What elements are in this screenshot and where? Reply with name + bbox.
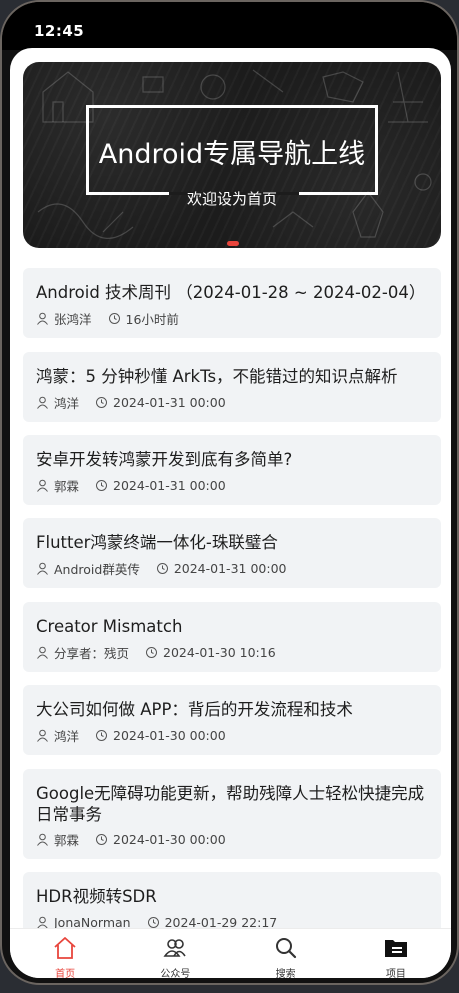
article-author: JonaNorman <box>54 914 131 929</box>
user-icon <box>36 562 49 575</box>
banner-subtitle: 欢迎设为首页 <box>186 190 277 208</box>
article-card[interactable]: 大公司如何做 APP：背后的开发流程和技术 鸿洋 2024-01-30 00:0… <box>23 685 441 755</box>
article-title: 鸿蒙：5 分钟秒懂 ArkTs，不能错过的知识点解析 <box>36 367 398 386</box>
clock-icon <box>147 916 160 929</box>
article-card[interactable]: Flutter鸿蒙终端一体化-珠联璧合 Android群英传 2024-01-3… <box>23 518 441 588</box>
article-title: Google无障碍功能更新，帮助残障人士轻松快捷完成日常事务 <box>36 784 425 824</box>
article-title: Flutter鸿蒙终端一体化-珠联璧合 <box>36 533 278 552</box>
user-icon <box>36 729 49 742</box>
clock-icon <box>108 312 121 325</box>
article-author: 鸿洋 <box>54 728 80 744</box>
carousel-indicator[interactable] <box>227 241 239 246</box>
article-feed[interactable]: Android专属导航上线 欢迎设为首页 Android 技术周刊 （2024-… <box>10 48 451 928</box>
user-icon <box>36 396 49 409</box>
article-title: 大公司如何做 APP：背后的开发流程和技术 <box>36 700 353 719</box>
tab-home[interactable]: 首页 <box>10 929 120 978</box>
article-time: 2024-01-31 00:00 <box>113 394 226 410</box>
article-author: 鸿洋 <box>54 395 80 411</box>
article-time: 2024-01-30 10:16 <box>163 644 276 660</box>
folder-icon <box>383 935 409 961</box>
banner-carousel[interactable]: Android专属导航上线 欢迎设为首页 <box>23 62 441 248</box>
article-meta: 郭霖 2024-01-31 00:00 <box>36 477 226 494</box>
user-icon <box>36 916 49 928</box>
article-title: 安卓开发转鸿蒙开发到底有多简单? <box>36 450 293 469</box>
article-author: 张鸿洋 <box>54 311 92 327</box>
article-card[interactable]: 鸿蒙：5 分钟秒懂 ArkTs，不能错过的知识点解析 鸿洋 2024-01-31… <box>23 352 441 422</box>
tab-label: 搜索 <box>275 969 296 978</box>
user-icon <box>36 312 49 325</box>
status-bar: 12:45 <box>2 2 457 50</box>
article-author: 郭霖 <box>54 832 80 848</box>
article-card[interactable]: 安卓开发转鸿蒙开发到底有多简单? 郭霖 2024-01-31 00:00 <box>23 435 441 505</box>
article-author: 郭霖 <box>54 478 80 494</box>
article-card[interactable]: Creator Mismatch 分享者：残页 2024-01-30 10:16 <box>23 602 441 672</box>
user-icon <box>36 479 49 492</box>
article-meta: 张鸿洋 16小时前 <box>36 310 179 327</box>
tab-projects[interactable]: 项目 <box>341 929 451 978</box>
article-meta: 郭霖 2024-01-30 00:00 <box>36 831 226 848</box>
device-frame: 12:45 Android专属导航上线 欢迎设为首页 Android 技术周刊 … <box>0 0 459 985</box>
clock-icon <box>95 833 108 846</box>
status-time: 12:45 <box>34 22 85 40</box>
article-meta: 分享者：残页 2024-01-30 10:16 <box>36 644 276 661</box>
article-card[interactable]: Google无障碍功能更新，帮助残障人士轻松快捷完成日常事务 郭霖 2024-0… <box>23 769 441 859</box>
user-icon <box>36 646 49 659</box>
article-meta: 鸿洋 2024-01-31 00:00 <box>36 394 226 411</box>
tab-label: 项目 <box>385 969 406 978</box>
article-meta: JonaNorman 2024-01-29 22:17 <box>36 914 277 928</box>
people-icon <box>162 935 188 961</box>
clock-icon <box>95 479 108 492</box>
bottom-strip <box>0 985 459 993</box>
tab-label: 公众号 <box>160 969 191 978</box>
banner-title: Android专属导航上线 <box>98 139 366 170</box>
tab-search[interactable]: 搜索 <box>231 929 341 978</box>
article-time: 2024-01-31 00:00 <box>113 477 226 493</box>
user-icon <box>36 833 49 846</box>
article-time: 2024-01-29 22:17 <box>164 914 278 929</box>
tab-label: 首页 <box>55 969 76 978</box>
search-icon <box>273 935 299 961</box>
bottom-tab-bar: 首页 公众号 搜索 项目 <box>10 928 451 978</box>
article-author: Android群英传 <box>54 561 140 577</box>
article-meta: Android群英传 2024-01-31 00:00 <box>36 560 287 577</box>
tab-wechat-accounts[interactable]: 公众号 <box>120 929 230 978</box>
article-card[interactable]: HDR视频转SDR JonaNorman 2024-01-29 22:17 <box>23 872 441 928</box>
article-author: 分享者：残页 <box>54 645 130 661</box>
home-icon <box>52 935 78 961</box>
clock-icon <box>95 729 108 742</box>
clock-icon <box>145 646 158 659</box>
app-screen: Android专属导航上线 欢迎设为首页 Android 技术周刊 （2024-… <box>10 48 451 978</box>
article-title: Android 技术周刊 （2024-01-28 ~ 2024-02-04） <box>36 283 426 302</box>
clock-icon <box>156 562 169 575</box>
clock-icon <box>95 396 108 409</box>
article-title: Creator Mismatch <box>36 617 183 636</box>
article-time: 2024-01-31 00:00 <box>173 560 287 576</box>
article-time: 2024-01-30 00:00 <box>113 727 226 743</box>
article-time: 16小时前 <box>125 311 179 327</box>
article-time: 2024-01-30 00:00 <box>113 831 226 847</box>
article-card[interactable]: Android 技术周刊 （2024-01-28 ~ 2024-02-04） 张… <box>23 268 441 338</box>
article-meta: 鸿洋 2024-01-30 00:00 <box>36 727 226 744</box>
article-title: HDR视频转SDR <box>36 887 157 906</box>
